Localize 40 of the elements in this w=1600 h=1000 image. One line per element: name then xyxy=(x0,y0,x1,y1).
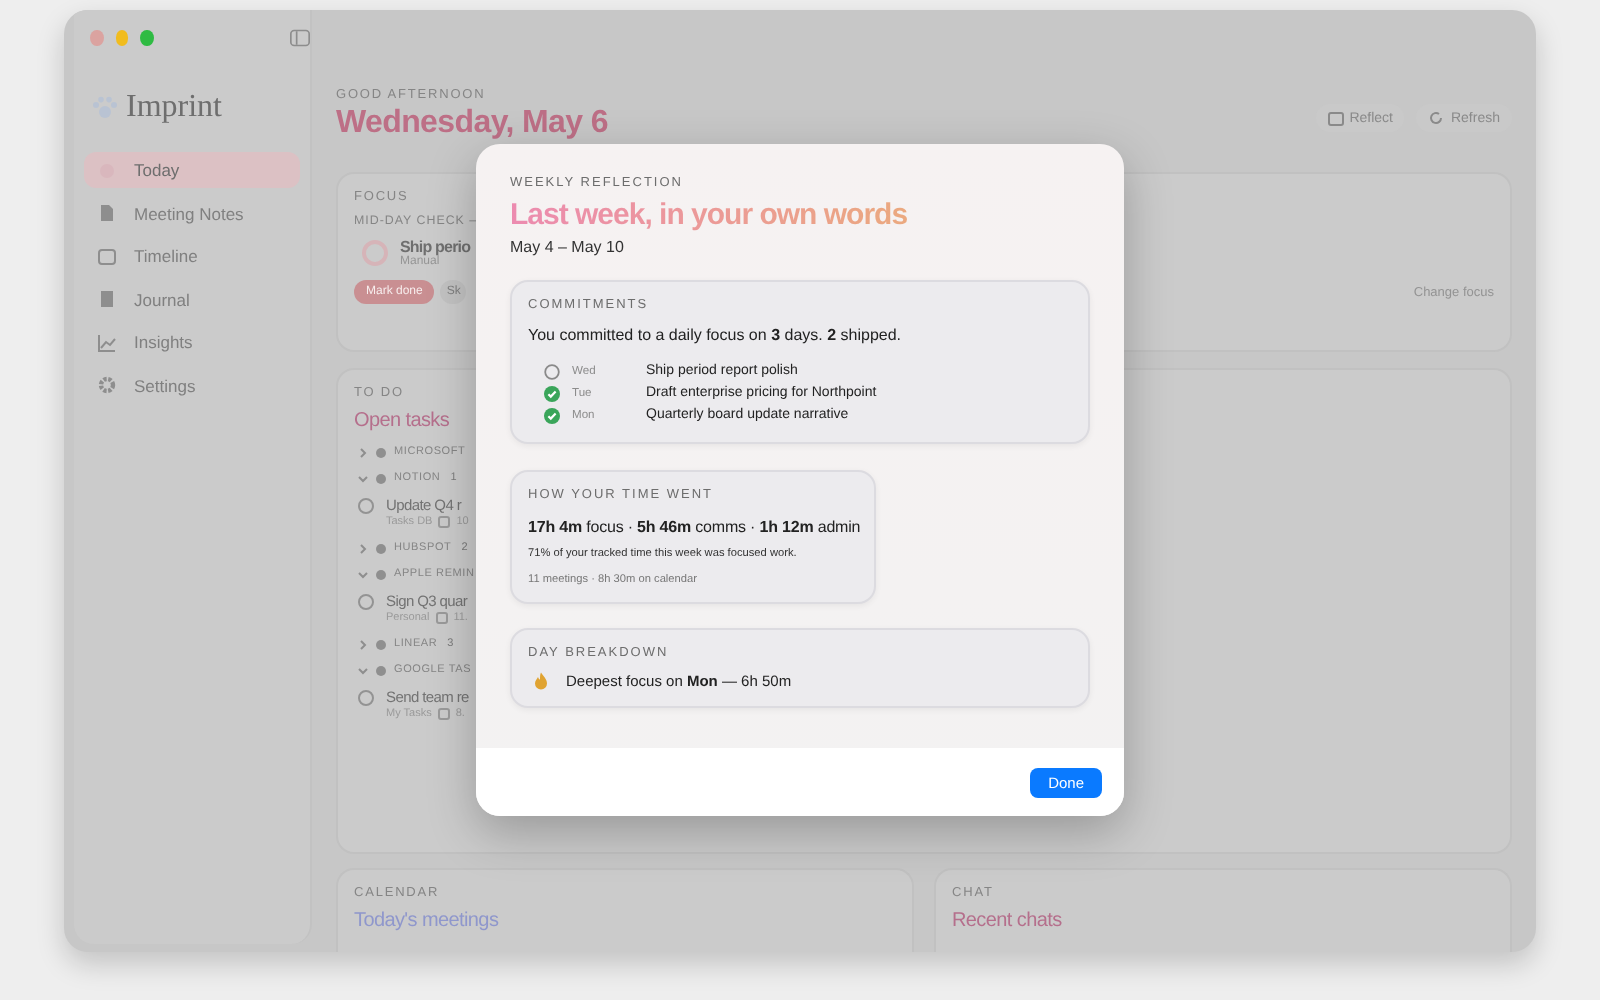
sidebar-item[interactable]: Today xyxy=(84,152,300,188)
chevron-down-icon[interactable] xyxy=(358,665,368,675)
document-icon xyxy=(98,204,116,222)
task-checkbox[interactable] xyxy=(358,690,374,706)
sidebar-item[interactable]: Settings xyxy=(84,367,300,403)
focus-task-title: Ship perio xyxy=(400,238,471,256)
refresh-icon xyxy=(1428,110,1445,126)
chart-icon xyxy=(98,333,116,351)
commitments-summary: You committed to a daily focus on 3 days. 2 shipped. xyxy=(528,326,904,344)
dialog-title: Last week, in your own words xyxy=(510,198,908,232)
sidebar-item[interactable]: Meeting Notes xyxy=(84,195,300,231)
source-icon xyxy=(376,569,386,579)
app-name: Imprint xyxy=(126,90,222,126)
sidebar-item[interactable]: Timeline xyxy=(84,238,300,274)
sidebar-toggle-icon[interactable] xyxy=(290,28,311,48)
source-icon xyxy=(376,447,386,457)
date-range: May 4 – May 10 xyxy=(510,238,626,256)
gear-icon xyxy=(98,376,116,394)
source-icon xyxy=(376,639,386,649)
page-title: Wednesday, May 6 xyxy=(336,106,608,142)
card-title: Today's meetings xyxy=(354,910,499,932)
zoom-icon[interactable] xyxy=(140,30,155,46)
task-checkbox[interactable] xyxy=(358,594,374,610)
minimize-icon[interactable] xyxy=(115,30,129,46)
chevron-right-icon[interactable] xyxy=(358,639,368,649)
close-icon[interactable] xyxy=(90,30,104,46)
source-icon xyxy=(376,543,386,553)
chevron-right-icon[interactable] xyxy=(358,543,368,553)
source-icon xyxy=(376,473,386,483)
chevron-down-icon[interactable] xyxy=(358,569,368,579)
chevron-down-icon[interactable] xyxy=(358,473,368,483)
card-title: Open tasks xyxy=(354,410,450,432)
source-icon xyxy=(376,665,386,675)
chevron-right-icon[interactable] xyxy=(358,447,368,457)
sidebar-item[interactable]: Journal xyxy=(84,281,300,317)
flame-icon xyxy=(534,672,548,690)
task-checkbox[interactable] xyxy=(358,498,374,514)
sidebar-item[interactable]: Insights xyxy=(84,324,300,360)
time-summary: 17h 4m focus · 5h 46m comms · 1h 12m admin xyxy=(528,518,858,536)
card-title: Recent chats xyxy=(952,910,1062,932)
